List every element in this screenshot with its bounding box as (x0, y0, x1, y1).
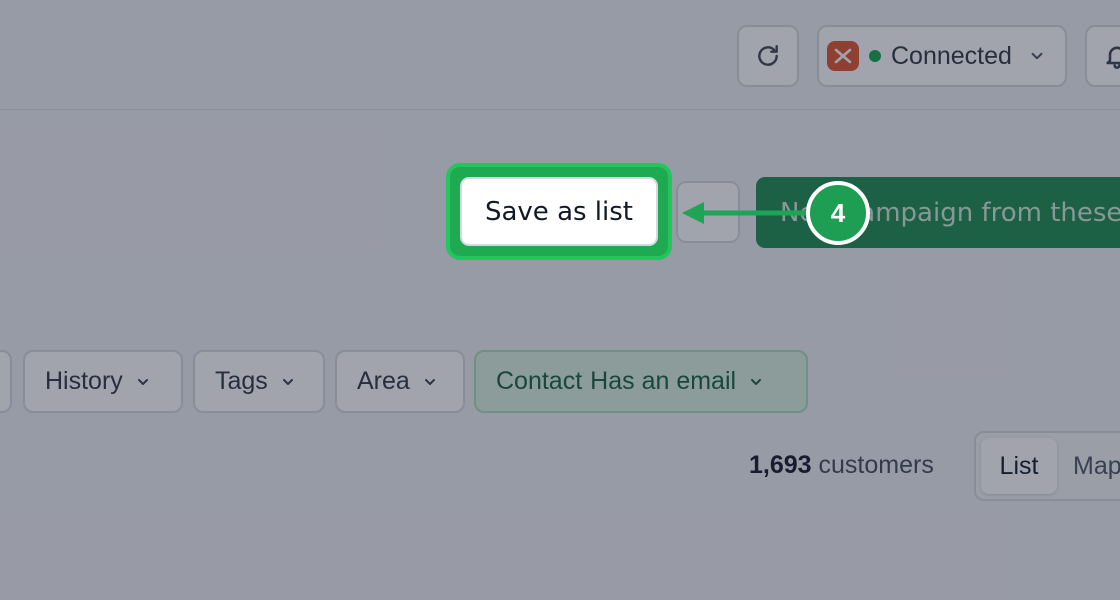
filter-tags[interactable]: Tags (193, 350, 325, 413)
chevron-down-icon (751, 378, 762, 385)
chevron-down-icon (1031, 52, 1043, 60)
filter-previous[interactable] (0, 350, 12, 413)
app-logo-icon (827, 41, 859, 71)
connection-status-label: Connected (891, 41, 1012, 70)
customer-count-number: 1,693 (749, 451, 812, 479)
filter-history[interactable]: History (23, 350, 183, 413)
view-map-tab[interactable]: Map (1073, 438, 1120, 494)
chevron-down-icon (282, 378, 293, 385)
tutorial-step-badge: 4 (806, 181, 870, 245)
view-toggle: List Map (974, 431, 1120, 501)
chevron-down-icon (424, 378, 435, 385)
status-dot (869, 50, 881, 62)
filter-label: History (45, 367, 123, 395)
notifications-button[interactable] (1085, 25, 1120, 87)
refresh-icon (758, 45, 778, 66)
filter-label: Area (357, 367, 410, 395)
filter-value: Has an email (590, 367, 737, 395)
connection-status-dropdown[interactable]: Connected (817, 25, 1067, 87)
customer-count: 1,693 customers (749, 451, 934, 480)
filter-label: Tags (215, 367, 268, 395)
filter-contact[interactable]: Contact Has an email (474, 350, 808, 413)
refresh-button[interactable] (737, 25, 799, 87)
tutorial-arrow-icon (682, 202, 819, 224)
customer-count-label: customers (818, 451, 934, 479)
view-list-tab[interactable]: List (981, 438, 1057, 494)
chevron-down-icon (137, 378, 148, 385)
bell-icon (1106, 46, 1120, 69)
filter-label: Contact (496, 367, 583, 395)
save-as-list-button[interactable]: Save as list (460, 177, 658, 246)
filter-area[interactable]: Area (335, 350, 465, 413)
tutorial-highlight-frame: Save as list (446, 163, 672, 260)
top-bar: Connected (0, 0, 1120, 110)
